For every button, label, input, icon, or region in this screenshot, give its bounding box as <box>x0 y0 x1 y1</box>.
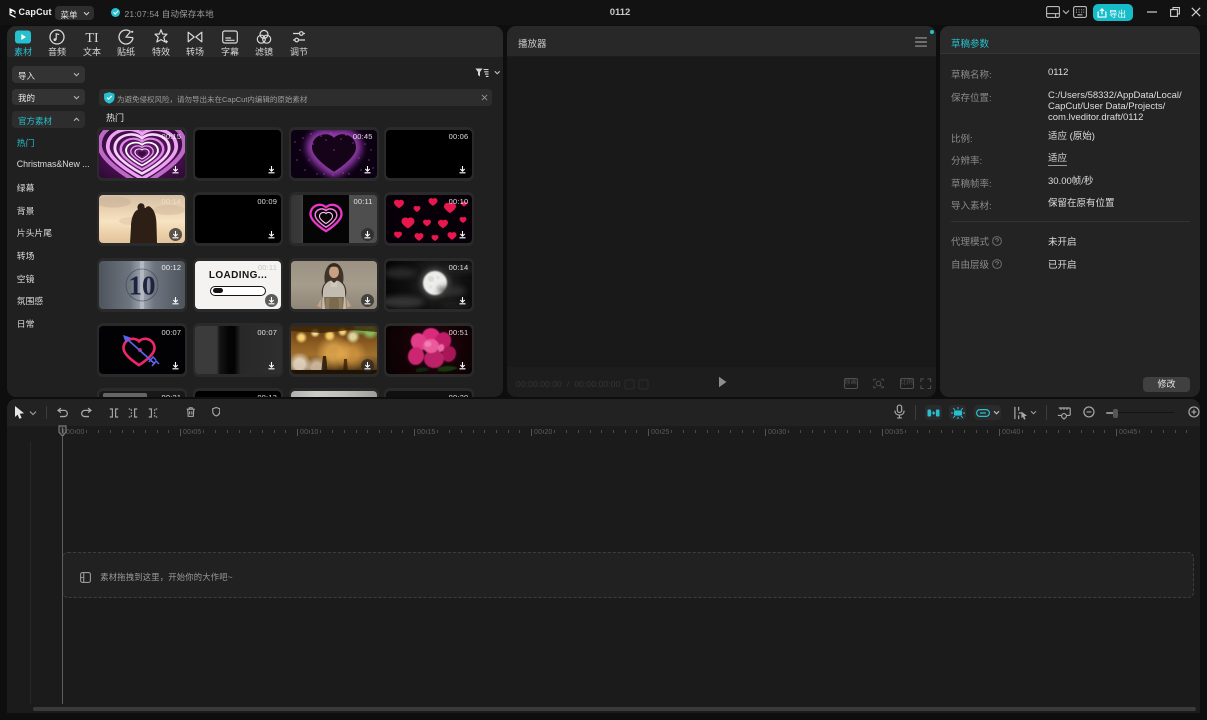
svg-text:TI: TI <box>85 31 99 45</box>
svg-text:10: 10 <box>129 270 156 300</box>
